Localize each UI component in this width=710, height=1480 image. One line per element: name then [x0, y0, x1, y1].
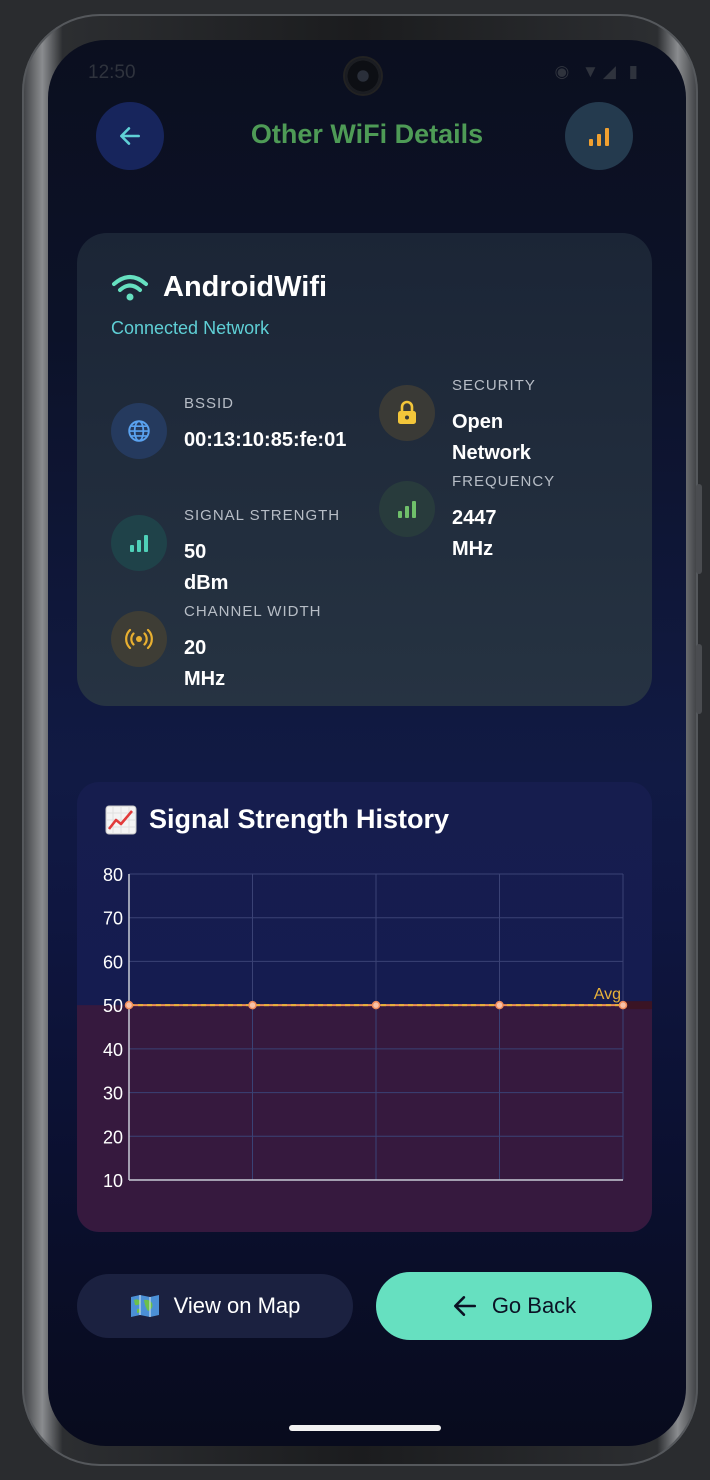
world-map-emoji	[130, 1295, 159, 1317]
frequency-value: 2447 MHz	[452, 507, 497, 560]
security-label: SECURITY	[452, 377, 536, 394]
channel-width-value: 20 MHz	[184, 637, 226, 690]
status-icons: ◉ ▼◢ ▮	[554, 62, 642, 81]
y-tick-label: 10	[103, 1171, 123, 1191]
chart-title-text: Signal Strength History	[149, 804, 450, 834]
series-fill-band	[623, 1001, 652, 1010]
chart-increasing-emoji	[105, 805, 137, 834]
signal-history-card: 80 70 60 50 40 30 20 10 Avg Signal Strength Hist…	[77, 782, 652, 1232]
data-point	[371, 1000, 381, 1010]
view-on-map-label: View on Map	[173, 1293, 301, 1318]
app-screen: 12:50 ◉ ▼◢ ▮ Other WiFi Details AndroidW…	[48, 40, 686, 1446]
y-tick-label: 30	[103, 1084, 123, 1104]
status-time: 12:50	[88, 62, 136, 83]
lock-icon	[379, 385, 435, 441]
chart-title: Signal Strength History	[105, 804, 449, 835]
ssid-row: AndroidWifi	[111, 271, 327, 304]
ssid-name: AndroidWifi	[163, 271, 328, 303]
bssid-label: BSSID	[184, 395, 235, 412]
bssid-value: 00:13:10:85:fe:01	[184, 429, 347, 451]
y-tick-label: 40	[103, 1040, 123, 1060]
data-point	[248, 1000, 257, 1010]
go-back-button[interactable]: Go Back	[376, 1272, 652, 1340]
average-label: Avg	[594, 986, 621, 1003]
volume-button	[696, 484, 702, 574]
channel-width-label: CHANNEL WIDTH	[184, 603, 322, 620]
network-info-card: AndroidWifi Connected Network BSSID 00:1…	[77, 233, 652, 706]
y-tick-label: 20	[103, 1127, 123, 1147]
frequency-bars-icon	[379, 481, 435, 537]
globe-icon	[111, 403, 167, 459]
arrow-left-icon	[453, 1296, 476, 1316]
signal-bars-icon	[589, 128, 609, 146]
security-value: Open Network	[452, 411, 531, 464]
y-tick-label: 50	[103, 996, 123, 1016]
signal-strength-label: SIGNAL STRENGTH	[184, 507, 341, 524]
y-tick-label: 70	[103, 909, 123, 929]
y-tick-label: 80	[103, 865, 123, 885]
broadcast-icon	[111, 611, 167, 667]
signal-strength-value: 50 dBm	[184, 541, 229, 594]
data-point	[124, 1000, 134, 1010]
view-on-map-button[interactable]: View on Map	[77, 1274, 353, 1338]
front-camera	[345, 58, 381, 94]
go-back-label: Go Back	[491, 1293, 577, 1318]
signal-history-chart: 80 70 60 50 40 30 20 10 Avg	[77, 865, 652, 1232]
home-indicator[interactable]	[289, 1425, 441, 1431]
signal-button[interactable]	[565, 102, 633, 170]
data-point	[495, 1000, 504, 1010]
frequency-label: FREQUENCY	[452, 473, 556, 490]
data-point	[618, 1000, 628, 1010]
y-tick-label: 60	[103, 952, 123, 972]
top-bar: Other WiFi Details	[48, 102, 686, 170]
connection-status: Connected Network	[111, 318, 270, 338]
signal-strength-icon	[111, 515, 167, 571]
power-button	[696, 644, 702, 714]
wifi-icon	[112, 274, 148, 300]
series-fill-area	[77, 1005, 652, 1232]
